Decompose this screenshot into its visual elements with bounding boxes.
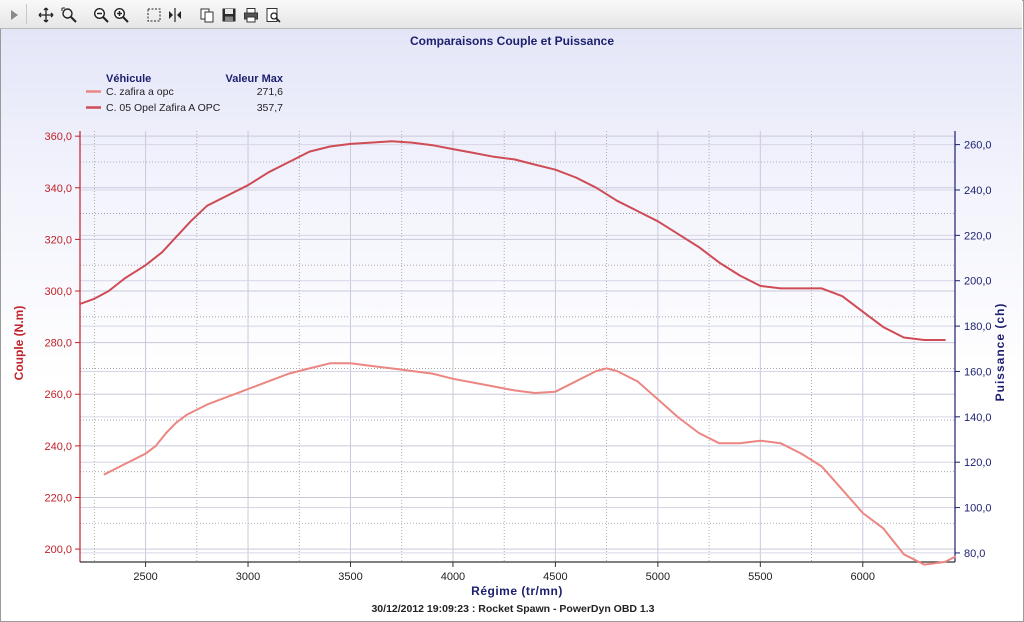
y-left-tick-label: 200,0 <box>44 544 72 556</box>
y-left-tick-label: 360,0 <box>44 131 72 143</box>
y-left-tick-label: 320,0 <box>44 234 72 246</box>
y-right-ticks: 80,0 100,0 120,0 140,0 160,0 180,0 200,0 220,0 2… <box>955 140 992 560</box>
y-right-tick-label: 100,0 <box>964 503 992 515</box>
y-right-tick-label: 260,0 <box>964 140 992 152</box>
series-line-1 <box>79 140 946 341</box>
y-right-axis-title: Puissance (ch) <box>993 303 1007 402</box>
y-right-tick-label: 120,0 <box>964 457 992 469</box>
y-left-tick-label: 240,0 <box>44 441 72 453</box>
legend-entry-max: 271,6 <box>257 86 283 98</box>
legend-entry-max: 357,7 <box>257 102 283 114</box>
series-lines <box>79 140 956 566</box>
y-left-tick-label: 300,0 <box>44 286 72 298</box>
y-left-axis-title: Couple (N.m) <box>12 306 26 381</box>
y-right-tick-label: 160,0 <box>964 366 992 378</box>
x-tick-label: 4000 <box>441 571 465 583</box>
x-tick-label: 3000 <box>236 571 260 583</box>
legend-entry-name: C. zafira a opc <box>106 86 174 98</box>
x-axis-title: Régime (tr/mn) <box>471 584 563 598</box>
legend-header-vehicle: Véhicule <box>106 73 151 85</box>
y-left-ticks: 200,0 220,0 240,0 260,0 280,0 300,0 320,0 340,0… <box>44 131 80 556</box>
chart-svg: 200,0 220,0 240,0 260,0 280,0 300,0 320,0 340,0… <box>12 34 1007 615</box>
y-right-tick-label: 240,0 <box>964 185 992 197</box>
x-tick-label: 4500 <box>543 571 567 583</box>
grid-lines <box>80 131 955 562</box>
x-tick-label: 5000 <box>646 571 670 583</box>
y-left-tick-label: 340,0 <box>44 183 72 195</box>
legend-header-max: Valeur Max <box>226 73 284 85</box>
y-left-tick-label: 260,0 <box>44 389 72 401</box>
y-right-tick-label: 80,0 <box>964 548 985 560</box>
chart-title: Comparaisons Couple et Puissance <box>410 34 614 48</box>
x-tick-label: 5500 <box>748 571 772 583</box>
chart-footer: 30/12/2012 19:09:23 : Rocket Spawn - Pow… <box>371 603 654 615</box>
x-tick-label: 6000 <box>851 571 875 583</box>
series-line-2 <box>103 362 956 566</box>
legend-entry-name: C. 05 Opel Zafira A OPC <box>106 102 221 114</box>
y-right-tick-label: 140,0 <box>964 412 992 424</box>
y-right-tick-label: 220,0 <box>964 230 992 242</box>
legend: C. zafira a opc 271,6 C. 05 Opel Zafira A … <box>86 86 283 114</box>
y-right-tick-label: 200,0 <box>964 276 992 288</box>
y-left-tick-label: 280,0 <box>44 338 72 350</box>
x-tick-label: 2500 <box>133 571 157 583</box>
x-ticks: 2500 3000 3500 4000 4500 5000 5500 6000 <box>133 562 875 583</box>
x-tick-label: 3500 <box>338 571 362 583</box>
y-right-tick-label: 180,0 <box>964 321 992 333</box>
y-left-tick-label: 220,0 <box>44 492 72 504</box>
